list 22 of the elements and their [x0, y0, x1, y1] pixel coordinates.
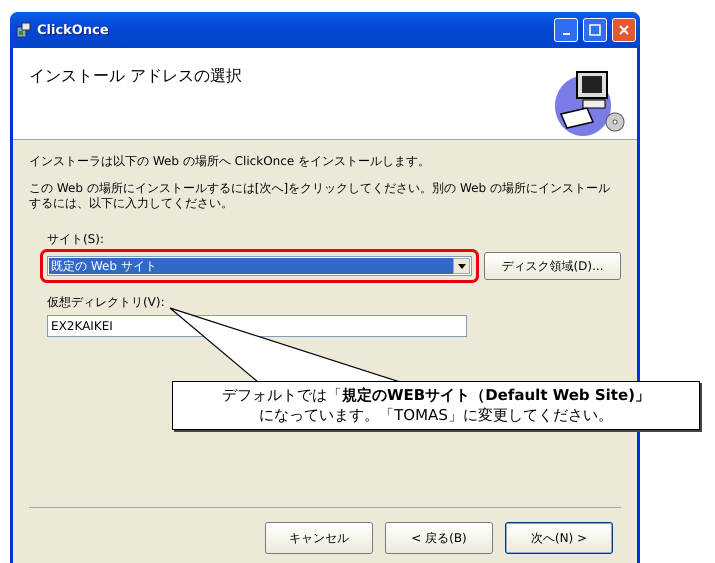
virtual-directory-field[interactable]: EX2KAIKEI	[47, 315, 467, 337]
installer-icon	[16, 22, 32, 38]
wizard-button[interactable]: < 戻る(B)	[385, 522, 493, 554]
wizard-button[interactable]: キャンセル	[265, 522, 373, 554]
callout-text: デフォルトでは「規定のWEBサイト（Default Web Site)」	[221, 386, 651, 406]
intro-text: インストーラは以下の Web の場所へ ClickOnce をインストールします。	[29, 154, 432, 169]
virtual-directory-label: 仮想ディレクトリ(V):	[47, 294, 166, 311]
disk-space-button[interactable]: ディスク領域(D)...	[484, 252, 621, 280]
page-title: インストール アドレスの選択	[29, 66, 242, 87]
site-dropdown[interactable]: 既定の Web サイト	[47, 256, 472, 276]
instruction-text: この Web の場所にインストールするには[次へ]をクリックしてください。別の Web の場所にインストールするには、以下に入力してください。	[29, 181, 611, 211]
maximize-icon	[589, 24, 601, 36]
minimize-icon	[562, 33, 570, 35]
window-title: ClickOnce	[37, 22, 110, 38]
minimize-button[interactable]	[554, 18, 578, 42]
dropdown-arrow-icon	[458, 264, 466, 268]
site-label: サイト(S):	[47, 231, 106, 248]
wizard-button[interactable]: 次へ(N) >	[505, 522, 613, 554]
close-icon	[618, 24, 630, 36]
maximize-button[interactable]	[583, 18, 607, 42]
callout-text: になっています。「TOMAS」に変更してください。	[258, 406, 614, 425]
close-button[interactable]	[612, 18, 636, 42]
